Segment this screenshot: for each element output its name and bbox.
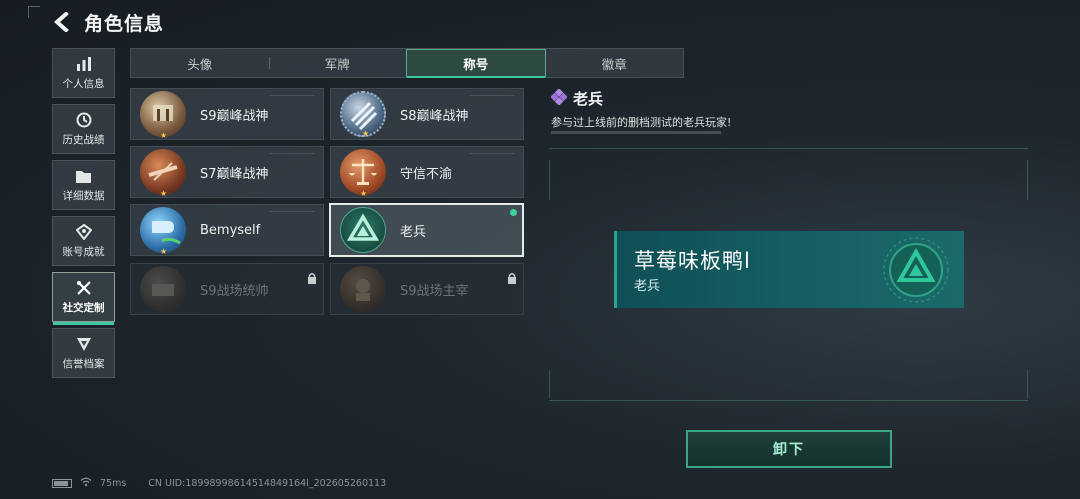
tab-avatar[interactable]: 头像: [131, 49, 269, 77]
star-icon: ★: [160, 189, 168, 198]
detail-title: 老兵: [573, 90, 604, 108]
star-icon: ★: [360, 189, 368, 198]
nav-item-detailed-data[interactable]: 详细数据: [52, 160, 115, 210]
bemyself-badge-icon: ★: [140, 207, 186, 256]
title-label: S9巅峰战神: [200, 108, 269, 124]
card-decoration: [469, 153, 515, 154]
tools-icon: [75, 279, 93, 297]
tab-title[interactable]: 称号: [406, 49, 546, 78]
tab-badge[interactable]: 徽章: [546, 49, 684, 77]
page-header: 角色信息: [52, 8, 164, 36]
preview-frame-left: [549, 160, 550, 200]
veteran-emblem-icon: [882, 236, 950, 304]
preview-frame-right-bottom: [1027, 370, 1028, 398]
history-icon: [75, 111, 93, 129]
card-decoration: [469, 95, 515, 96]
preview-frame-left-bottom: [549, 370, 550, 398]
ping-text: 75ms: [100, 478, 127, 489]
uid-text: CN UID:18998998614514849164l_20260526011…: [148, 478, 387, 489]
back-arrow-icon[interactable]: [52, 11, 72, 33]
unequip-button[interactable]: 卸下: [686, 430, 892, 468]
nav-label: 个人信息: [62, 78, 105, 90]
card-decoration: [269, 153, 315, 154]
nameplate-title: 老兵: [634, 279, 661, 294]
title-card-s7-peak[interactable]: ★ S7巅峰战神: [130, 146, 324, 198]
card-decoration: [269, 95, 315, 96]
star-icon: ★: [160, 131, 168, 140]
title-card-s9-dominator[interactable]: S9战场主宰: [330, 263, 524, 315]
bar-chart-icon: [75, 55, 93, 73]
nav-label: 账号成就: [62, 246, 105, 258]
nav-label: 信誉档案: [62, 358, 105, 370]
s8-peak-badge-icon: ★: [340, 91, 386, 138]
wifi-icon: [80, 477, 92, 490]
title-label: S9战场主宰: [400, 283, 469, 299]
corner-decoration: [28, 6, 40, 18]
s9-commander-badge-icon: [140, 266, 186, 312]
page-title: 角色信息: [84, 12, 165, 35]
title-card-keep-faith[interactable]: ★ 守信不渝: [330, 146, 524, 198]
description-underline: [551, 131, 721, 134]
title-label: S9战场统帅: [200, 283, 269, 299]
nameplate-preview: 草莓味板鸭l 老兵: [614, 231, 964, 308]
star-icon: ★: [362, 129, 370, 138]
status-bar: 75ms CN UID:18998998614514849164l_202605…: [52, 477, 386, 490]
folder-icon: [75, 167, 93, 185]
title-card-s8-peak[interactable]: ★ S8巅峰战神: [330, 88, 524, 140]
achievement-icon: [75, 223, 93, 241]
side-nav: 个人信息 历史战绩 详细数据 账号成就 社交定制 信誉档案: [52, 48, 116, 384]
card-decoration: [269, 211, 315, 212]
battery-icon: [52, 479, 72, 488]
title-card-veteran[interactable]: 老兵: [329, 203, 524, 257]
nav-label: 历史战绩: [62, 134, 105, 146]
detail-description: 参与过上线前的删档测试的老兵玩家!: [551, 116, 732, 129]
s7-peak-badge-icon: ★: [140, 149, 186, 198]
nav-item-achievements[interactable]: 账号成就: [52, 216, 115, 266]
veteran-badge-icon: [340, 207, 386, 253]
title-card-s9-commander[interactable]: S9战场统帅: [130, 263, 324, 315]
scales-badge-icon: ★: [340, 149, 386, 198]
nav-item-history[interactable]: 历史战绩: [52, 104, 115, 154]
nav-item-personal-info[interactable]: 个人信息: [52, 48, 115, 98]
title-label: S8巅峰战神: [400, 108, 469, 124]
nav-item-credit-record[interactable]: 信誉档案: [52, 328, 115, 378]
equipped-indicator: [510, 209, 517, 216]
credit-icon: [75, 335, 93, 353]
nav-item-social-custom[interactable]: 社交定制: [52, 272, 115, 325]
title-label: 老兵: [400, 224, 427, 240]
diamond-icon: [550, 87, 568, 109]
category-tabs: 头像 军牌 称号 徽章: [130, 48, 684, 78]
star-icon: ★: [160, 247, 168, 256]
tab-dog-tag[interactable]: 军牌: [268, 49, 407, 77]
lock-icon: [307, 269, 317, 288]
detail-header: 老兵: [550, 87, 604, 109]
preview-frame-bottom: [549, 400, 1028, 401]
preview-frame-right: [1027, 160, 1028, 200]
s9-peak-badge-icon: ★: [140, 91, 186, 140]
title-label: S7巅峰战神: [200, 166, 269, 182]
nav-label: 详细数据: [62, 190, 105, 202]
title-card-s9-peak[interactable]: ★ S9巅峰战神: [130, 88, 324, 140]
s9-dominator-badge-icon: [340, 266, 386, 312]
title-label: 守信不渝: [400, 166, 453, 182]
title-label: Bemyself: [200, 222, 261, 238]
nav-label: 社交定制: [62, 302, 105, 314]
title-card-bemyself[interactable]: ★ Bemyself: [130, 204, 324, 256]
lock-icon: [507, 269, 517, 288]
nameplate-player-name: 草莓味板鸭l: [634, 249, 751, 273]
preview-frame-top: [549, 148, 1028, 149]
